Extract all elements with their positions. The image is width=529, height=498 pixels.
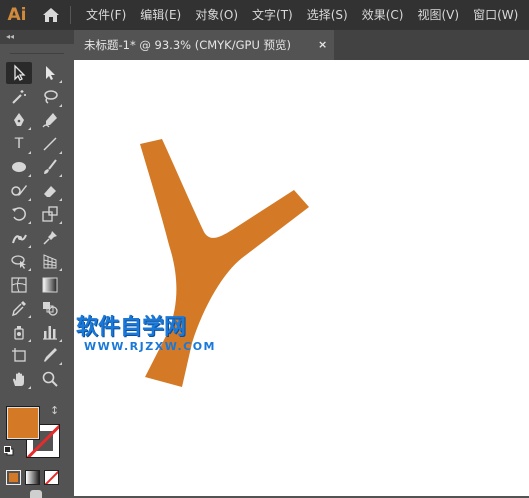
- curvature-pen-icon: [42, 113, 57, 128]
- pen-tool[interactable]: [6, 109, 32, 131]
- puppet-warp-icon: [12, 234, 27, 243]
- pin-tool[interactable]: [37, 227, 63, 249]
- lasso-tool[interactable]: [37, 86, 63, 108]
- shape-builder-icon: [11, 255, 26, 269]
- gradient-tool[interactable]: [37, 274, 63, 296]
- column-graph-tool[interactable]: [37, 321, 63, 343]
- menu-window[interactable]: 窗口(W): [466, 0, 525, 30]
- menu-separator: [70, 6, 71, 24]
- scale-tool[interactable]: [37, 203, 63, 225]
- white-arrow-icon: [46, 66, 55, 80]
- mesh-tool[interactable]: [6, 274, 32, 296]
- illustrator-logo: Ai: [7, 5, 27, 25]
- none-mode-button[interactable]: [44, 470, 59, 485]
- magic-wand-tool[interactable]: [6, 86, 32, 108]
- menu-edit[interactable]: 编辑(E): [133, 0, 188, 30]
- eyedropper-tool[interactable]: [6, 297, 32, 319]
- watermark-title: 软件自学网: [76, 315, 187, 340]
- slice-tool[interactable]: [37, 344, 63, 366]
- color-swatches: ↕: [0, 402, 74, 498]
- pen-icon: [14, 113, 24, 126]
- menu-select[interactable]: 选择(S): [300, 0, 355, 30]
- watermark-url: WWW.RJZXW.COM: [84, 340, 216, 353]
- drawing-mode-button[interactable]: [30, 490, 42, 498]
- blend-icon: [43, 302, 58, 316]
- symbol-sprayer-icon: [14, 325, 24, 340]
- shaper-icon: [11, 184, 27, 196]
- document-area: 未标题-1* @ 93.3% (CMYK/GPU 预览) × 软件自学网 WWW…: [74, 30, 529, 496]
- menu-file[interactable]: 文件(F): [79, 0, 133, 30]
- line-tool[interactable]: [37, 133, 63, 155]
- curvature-tool[interactable]: [37, 109, 63, 131]
- fill-swatch[interactable]: [6, 406, 40, 440]
- blend-tool[interactable]: [37, 297, 63, 319]
- magic-wand-icon: [12, 89, 26, 104]
- hand-icon: [13, 372, 24, 386]
- menu-type[interactable]: 文字(T): [245, 0, 300, 30]
- watermark: 软件自学网 WWW.RJZXW.COM: [76, 316, 226, 354]
- hand-tool[interactable]: [6, 368, 32, 390]
- type-tool[interactable]: T: [6, 133, 32, 155]
- panel-collapse-button[interactable]: ◂◂: [0, 30, 74, 44]
- scale-icon: [42, 206, 58, 222]
- default-colors-icon[interactable]: [4, 446, 14, 456]
- fill-mode-buttons: [6, 470, 59, 485]
- menu-effect[interactable]: 效果(C): [355, 0, 411, 30]
- document-tab-title: 未标题-1* @ 93.3% (CMYK/GPU 预览): [84, 38, 291, 52]
- swap-fill-stroke-icon[interactable]: ↕: [50, 404, 59, 417]
- tools-panel: ◂◂ T ↕: [0, 30, 74, 498]
- close-icon[interactable]: ×: [318, 38, 327, 51]
- eraser-icon: [44, 185, 56, 197]
- menu-view[interactable]: 视图(V): [410, 0, 466, 30]
- artwork: [140, 139, 309, 387]
- home-icon: [43, 8, 59, 22]
- ellipse-icon: [12, 162, 26, 172]
- line-icon: [43, 136, 57, 151]
- color-mode-fill: [9, 473, 18, 482]
- symbol-sprayer-tool[interactable]: [6, 321, 32, 343]
- eyedropper-icon: [12, 301, 26, 317]
- slice-icon: [44, 348, 57, 362]
- rotate-icon: [12, 207, 26, 221]
- gradient-mode-button[interactable]: [25, 470, 40, 485]
- tool-grid: T: [6, 62, 68, 391]
- selection-tool[interactable]: [6, 62, 32, 84]
- document-tab-bar: 未标题-1* @ 93.3% (CMYK/GPU 预览) ×: [74, 30, 529, 60]
- document-tab[interactable]: 未标题-1* @ 93.3% (CMYK/GPU 预览) ×: [74, 30, 334, 60]
- menu-object[interactable]: 对象(O): [188, 0, 245, 30]
- pin-icon: [43, 230, 57, 245]
- type-icon: T: [14, 135, 24, 152]
- shape-builder-tool[interactable]: [6, 250, 32, 272]
- ellipse-tool[interactable]: [6, 156, 32, 178]
- home-button[interactable]: [34, 0, 68, 30]
- mesh-icon: [11, 276, 27, 293]
- artboard-tool[interactable]: [6, 344, 32, 366]
- paintbrush-tool[interactable]: [37, 156, 63, 178]
- graph-icon: [43, 325, 57, 340]
- menu-bar: Ai 文件(F) 编辑(E) 对象(O) 文字(T) 选择(S) 效果(C) 视…: [0, 0, 529, 30]
- panel-grip[interactable]: [10, 44, 64, 54]
- perspective-grid-tool[interactable]: [37, 250, 63, 272]
- zoom-tool[interactable]: [37, 368, 63, 390]
- artboard-canvas[interactable]: 软件自学网 WWW.RJZXW.COM: [74, 60, 529, 496]
- artboard-icon: [12, 348, 26, 362]
- rotate-tool[interactable]: [6, 203, 32, 225]
- shaper-tool[interactable]: [6, 180, 32, 202]
- brush-icon: [44, 159, 57, 174]
- color-mode-button[interactable]: [6, 470, 21, 485]
- eraser-tool[interactable]: [37, 180, 63, 202]
- arrow-icon: [14, 64, 26, 81]
- zoom-icon: [42, 371, 58, 387]
- direct-selection-tool[interactable]: [37, 62, 63, 84]
- lasso-icon: [44, 89, 58, 104]
- perspective-grid-icon: [43, 254, 57, 269]
- puppet-warp-tool[interactable]: [6, 227, 32, 249]
- gradient-icon: [42, 277, 58, 292]
